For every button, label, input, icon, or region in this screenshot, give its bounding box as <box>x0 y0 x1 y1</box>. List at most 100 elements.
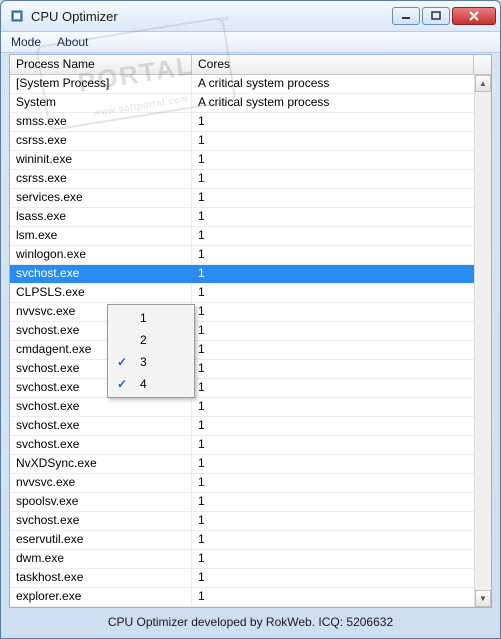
cell-cores: 1 <box>192 170 491 188</box>
col-process-name[interactable]: Process Name <box>10 55 192 74</box>
cell-cores: 1 <box>192 436 491 454</box>
cell-cores: 1 <box>192 284 491 302</box>
table-row[interactable]: svchost.exe1 <box>10 436 491 455</box>
cell-process-name: svchost.exe <box>10 436 192 454</box>
cell-cores: 1 <box>192 341 491 359</box>
cell-process-name: dwm.exe <box>10 550 192 568</box>
cell-cores: 1 <box>192 512 491 530</box>
table-row[interactable]: svchost.exe1 <box>10 265 491 284</box>
table-row[interactable]: svchost.exe1 <box>10 512 491 531</box>
table-row[interactable]: svchost.exe1 <box>10 322 491 341</box>
window-title: CPU Optimizer <box>31 9 392 24</box>
cell-cores: 1 <box>192 303 491 321</box>
context-menu-label: 3 <box>134 355 192 369</box>
scroll-down-icon[interactable]: ▼ <box>475 590 491 607</box>
context-menu-item[interactable]: ✓3 <box>110 351 192 373</box>
table-row[interactable]: eservutil.exe1 <box>10 531 491 550</box>
table-row[interactable]: cmdagent.exe1 <box>10 341 491 360</box>
col-cores[interactable]: Cores <box>192 55 474 74</box>
table-row[interactable]: [System Process]A critical system proces… <box>10 75 491 94</box>
cell-cores: 1 <box>192 474 491 492</box>
cell-process-name: CLPSLS.exe <box>10 284 192 302</box>
cell-process-name: NvXDSync.exe <box>10 455 192 473</box>
cell-process-name: System <box>10 94 192 112</box>
context-menu-label: 2 <box>134 333 192 347</box>
app-window: CPU Optimizer Mode About Process Name Co… <box>0 0 501 639</box>
table-row[interactable]: explorer.exe1 <box>10 588 491 607</box>
cell-cores: 1 <box>192 151 491 169</box>
cell-cores: 1 <box>192 208 491 226</box>
cores-context-menu[interactable]: 12✓3✓4 <box>107 304 195 398</box>
cell-cores: 1 <box>192 398 491 416</box>
close-button[interactable] <box>452 7 496 25</box>
table-row[interactable]: spoolsv.exe1 <box>10 493 491 512</box>
header-scroll-spacer <box>474 55 491 74</box>
cell-cores: 1 <box>192 550 491 568</box>
cell-cores: 1 <box>192 189 491 207</box>
cell-cores: 1 <box>192 132 491 150</box>
cell-cores: 1 <box>192 227 491 245</box>
cell-process-name: services.exe <box>10 189 192 207</box>
table-row[interactable]: csrss.exe1 <box>10 170 491 189</box>
titlebar[interactable]: CPU Optimizer <box>1 1 500 31</box>
cell-process-name: csrss.exe <box>10 132 192 150</box>
check-icon: ✓ <box>110 355 134 369</box>
menu-about[interactable]: About <box>49 32 96 52</box>
table-row[interactable]: wininit.exe1 <box>10 151 491 170</box>
table-row[interactable]: services.exe1 <box>10 189 491 208</box>
maximize-button[interactable] <box>422 7 450 25</box>
cell-process-name: svchost.exe <box>10 265 192 283</box>
context-menu-item[interactable]: 1 <box>110 307 192 329</box>
menu-mode[interactable]: Mode <box>3 32 49 52</box>
context-menu-label: 1 <box>134 311 192 325</box>
cell-process-name: spoolsv.exe <box>10 493 192 511</box>
table-row[interactable]: NvXDSync.exe1 <box>10 455 491 474</box>
cell-cores: A critical system process <box>192 75 491 93</box>
cell-process-name: wininit.exe <box>10 151 192 169</box>
table-row[interactable]: nvvsvc.exe1 <box>10 474 491 493</box>
cell-cores: 1 <box>192 360 491 378</box>
cell-process-name: smss.exe <box>10 113 192 131</box>
cell-cores: 1 <box>192 379 491 397</box>
table-row[interactable]: dwm.exe1 <box>10 550 491 569</box>
context-menu-item[interactable]: 2 <box>110 329 192 351</box>
table-row[interactable]: svchost.exe1 <box>10 360 491 379</box>
table-row[interactable]: svchost.exe1 <box>10 398 491 417</box>
status-bar: CPU Optimizer developed by RokWeb. ICQ: … <box>9 612 492 632</box>
app-icon <box>9 8 25 24</box>
table-row[interactable]: SystemA critical system process <box>10 94 491 113</box>
cell-cores: 1 <box>192 493 491 511</box>
cell-process-name: csrss.exe <box>10 170 192 188</box>
cell-process-name: svchost.exe <box>10 512 192 530</box>
table-row[interactable]: svchost.exe1 <box>10 379 491 398</box>
cell-cores: 1 <box>192 417 491 435</box>
cell-process-name: winlogon.exe <box>10 246 192 264</box>
table-row[interactable]: csrss.exe1 <box>10 132 491 151</box>
context-menu-item[interactable]: ✓4 <box>110 373 192 395</box>
table-row[interactable]: lsass.exe1 <box>10 208 491 227</box>
cell-process-name: taskhost.exe <box>10 569 192 587</box>
cell-process-name: eservutil.exe <box>10 531 192 549</box>
cell-cores: 1 <box>192 246 491 264</box>
table-row[interactable]: smss.exe1 <box>10 113 491 132</box>
table-row[interactable]: winlogon.exe1 <box>10 246 491 265</box>
table-row[interactable]: lsm.exe1 <box>10 227 491 246</box>
cell-process-name: svchost.exe <box>10 398 192 416</box>
cell-process-name: lsm.exe <box>10 227 192 245</box>
table-row[interactable]: svchost.exe1 <box>10 417 491 436</box>
vertical-scrollbar[interactable]: ▲ ▼ <box>474 75 491 607</box>
cell-cores: 1 <box>192 588 491 606</box>
table-row[interactable]: taskhost.exe1 <box>10 569 491 588</box>
table-body: [System Process]A critical system proces… <box>10 75 491 607</box>
table-row[interactable]: nvvsvc.exe1 <box>10 303 491 322</box>
cell-process-name: lsass.exe <box>10 208 192 226</box>
cell-cores: 1 <box>192 322 491 340</box>
cell-process-name: [System Process] <box>10 75 192 93</box>
status-text: CPU Optimizer developed by RokWeb. ICQ: … <box>108 615 393 629</box>
table-row[interactable]: CLPSLS.exe1 <box>10 284 491 303</box>
minimize-button[interactable] <box>392 7 420 25</box>
cell-cores: 1 <box>192 113 491 131</box>
cell-cores: 1 <box>192 569 491 587</box>
process-list: Process Name Cores [System Process]A cri… <box>9 54 492 608</box>
scroll-up-icon[interactable]: ▲ <box>475 75 491 92</box>
